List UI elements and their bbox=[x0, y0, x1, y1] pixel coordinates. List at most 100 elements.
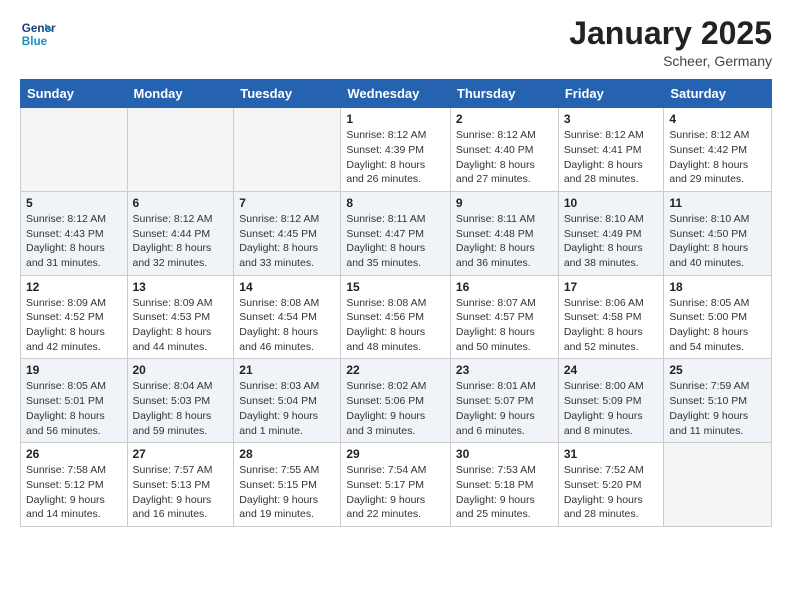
day-cell-4-4: 22 Sunrise: 8:02 AMSunset: 5:06 PMDayligh… bbox=[341, 359, 451, 443]
day-info: Sunrise: 8:08 AMSunset: 4:56 PMDaylight:… bbox=[346, 296, 445, 355]
day-info: Sunrise: 8:08 AMSunset: 4:54 PMDaylight:… bbox=[239, 296, 335, 355]
day-info: Sunrise: 8:01 AMSunset: 5:07 PMDaylight:… bbox=[456, 379, 553, 438]
day-number: 24 bbox=[564, 363, 659, 377]
day-cell-3-1: 12 Sunrise: 8:09 AMSunset: 4:52 PMDayligh… bbox=[21, 275, 128, 359]
day-number: 9 bbox=[456, 196, 553, 210]
day-number: 27 bbox=[133, 447, 229, 461]
weekday-header-row: Sunday Monday Tuesday Wednesday Thursday… bbox=[21, 80, 772, 108]
day-info: Sunrise: 8:11 AMSunset: 4:47 PMDaylight:… bbox=[346, 212, 445, 271]
day-number: 30 bbox=[456, 447, 553, 461]
day-info: Sunrise: 8:12 AMSunset: 4:40 PMDaylight:… bbox=[456, 128, 553, 187]
day-cell-1-1 bbox=[21, 108, 128, 192]
day-info: Sunrise: 8:12 AMSunset: 4:42 PMDaylight:… bbox=[669, 128, 766, 187]
day-info: Sunrise: 7:59 AMSunset: 5:10 PMDaylight:… bbox=[669, 379, 766, 438]
week-row-5: 26 Sunrise: 7:58 AMSunset: 5:12 PMDayligh… bbox=[21, 443, 772, 527]
day-number: 3 bbox=[564, 112, 659, 126]
day-cell-3-3: 14 Sunrise: 8:08 AMSunset: 4:54 PMDayligh… bbox=[234, 275, 341, 359]
day-cell-2-6: 10Sunrise: 8:10 AMSunset: 4:49 PMDayligh… bbox=[558, 191, 664, 275]
day-info: Sunrise: 8:04 AMSunset: 5:03 PMDaylight:… bbox=[133, 379, 229, 438]
day-cell-2-7: 11 Sunrise: 8:10 AMSunset: 4:50 PMDayligh… bbox=[664, 191, 772, 275]
day-cell-5-5: 30 Sunrise: 7:53 AMSunset: 5:18 PMDayligh… bbox=[450, 443, 558, 527]
day-info: Sunrise: 8:09 AMSunset: 4:53 PMDaylight:… bbox=[133, 296, 229, 355]
day-info: Sunrise: 8:12 AMSunset: 4:45 PMDaylight:… bbox=[239, 212, 335, 271]
day-cell-3-7: 18 Sunrise: 8:05 AMSunset: 5:00 PMDayligh… bbox=[664, 275, 772, 359]
calendar-title: January 2025 bbox=[569, 16, 772, 51]
day-number: 17 bbox=[564, 280, 659, 294]
day-cell-2-4: 8 Sunrise: 8:11 AMSunset: 4:47 PMDaylight… bbox=[341, 191, 451, 275]
logo-icon: General Blue bbox=[20, 16, 56, 52]
day-info: Sunrise: 7:53 AMSunset: 5:18 PMDaylight:… bbox=[456, 463, 553, 522]
day-cell-4-6: 24 Sunrise: 8:00 AMSunset: 5:09 PMDayligh… bbox=[558, 359, 664, 443]
day-number: 18 bbox=[669, 280, 766, 294]
day-cell-5-2: 27 Sunrise: 7:57 AMSunset: 5:13 PMDayligh… bbox=[127, 443, 234, 527]
day-number: 12 bbox=[26, 280, 122, 294]
header-friday: Friday bbox=[558, 80, 664, 108]
calendar-subtitle: Scheer, Germany bbox=[569, 53, 772, 69]
day-cell-4-5: 23 Sunrise: 8:01 AMSunset: 5:07 PMDayligh… bbox=[450, 359, 558, 443]
day-info: Sunrise: 7:55 AMSunset: 5:15 PMDaylight:… bbox=[239, 463, 335, 522]
day-info: Sunrise: 8:11 AMSunset: 4:48 PMDaylight:… bbox=[456, 212, 553, 271]
day-cell-5-3: 28 Sunrise: 7:55 AMSunset: 5:15 PMDayligh… bbox=[234, 443, 341, 527]
day-cell-1-5: 2 Sunrise: 8:12 AMSunset: 4:40 PMDaylight… bbox=[450, 108, 558, 192]
day-cell-5-6: 31Sunrise: 7:52 AMSunset: 5:20 PMDayligh… bbox=[558, 443, 664, 527]
header-wednesday: Wednesday bbox=[341, 80, 451, 108]
day-info: Sunrise: 8:10 AMSunset: 4:49 PMDaylight:… bbox=[564, 212, 659, 271]
day-cell-5-4: 29 Sunrise: 7:54 AMSunset: 5:17 PMDayligh… bbox=[341, 443, 451, 527]
day-info: Sunrise: 8:02 AMSunset: 5:06 PMDaylight:… bbox=[346, 379, 445, 438]
day-cell-2-5: 9 Sunrise: 8:11 AMSunset: 4:48 PMDaylight… bbox=[450, 191, 558, 275]
day-cell-5-7 bbox=[664, 443, 772, 527]
day-cell-1-3 bbox=[234, 108, 341, 192]
day-cell-1-4: 1 Sunrise: 8:12 AMSunset: 4:39 PMDaylight… bbox=[341, 108, 451, 192]
day-number: 31 bbox=[564, 447, 659, 461]
day-info: Sunrise: 8:12 AMSunset: 4:39 PMDaylight:… bbox=[346, 128, 445, 187]
day-number: 29 bbox=[346, 447, 445, 461]
day-info: Sunrise: 8:00 AMSunset: 5:09 PMDaylight:… bbox=[564, 379, 659, 438]
day-number: 2 bbox=[456, 112, 553, 126]
day-info: Sunrise: 7:54 AMSunset: 5:17 PMDaylight:… bbox=[346, 463, 445, 522]
day-number: 6 bbox=[133, 196, 229, 210]
day-number: 8 bbox=[346, 196, 445, 210]
day-cell-2-3: 7Sunrise: 8:12 AMSunset: 4:45 PMDaylight… bbox=[234, 191, 341, 275]
day-cell-4-7: 25 Sunrise: 7:59 AMSunset: 5:10 PMDayligh… bbox=[664, 359, 772, 443]
svg-text:General: General bbox=[22, 22, 56, 35]
day-number: 25 bbox=[669, 363, 766, 377]
day-number: 15 bbox=[346, 280, 445, 294]
day-info: Sunrise: 8:07 AMSunset: 4:57 PMDaylight:… bbox=[456, 296, 553, 355]
day-number: 14 bbox=[239, 280, 335, 294]
week-row-1: 1 Sunrise: 8:12 AMSunset: 4:39 PMDaylight… bbox=[21, 108, 772, 192]
day-info: Sunrise: 8:05 AMSunset: 5:01 PMDaylight:… bbox=[26, 379, 122, 438]
day-number: 21 bbox=[239, 363, 335, 377]
header-monday: Monday bbox=[127, 80, 234, 108]
svg-text:Blue: Blue bbox=[22, 35, 48, 48]
day-info: Sunrise: 8:10 AMSunset: 4:50 PMDaylight:… bbox=[669, 212, 766, 271]
day-number: 26 bbox=[26, 447, 122, 461]
day-info: Sunrise: 8:12 AMSunset: 4:44 PMDaylight:… bbox=[133, 212, 229, 271]
day-info: Sunrise: 8:12 AMSunset: 4:41 PMDaylight:… bbox=[564, 128, 659, 187]
day-cell-1-6: 3 Sunrise: 8:12 AMSunset: 4:41 PMDaylight… bbox=[558, 108, 664, 192]
day-cell-3-5: 16Sunrise: 8:07 AMSunset: 4:57 PMDayligh… bbox=[450, 275, 558, 359]
day-cell-4-1: 19Sunrise: 8:05 AMSunset: 5:01 PMDayligh… bbox=[21, 359, 128, 443]
day-info: Sunrise: 8:09 AMSunset: 4:52 PMDaylight:… bbox=[26, 296, 122, 355]
page: General Blue January 2025 Scheer, German… bbox=[0, 0, 792, 612]
logo: General Blue bbox=[20, 16, 56, 52]
day-number: 22 bbox=[346, 363, 445, 377]
day-number: 1 bbox=[346, 112, 445, 126]
day-number: 4 bbox=[669, 112, 766, 126]
day-cell-2-1: 5Sunrise: 8:12 AMSunset: 4:43 PMDaylight… bbox=[21, 191, 128, 275]
day-number: 23 bbox=[456, 363, 553, 377]
week-row-2: 5Sunrise: 8:12 AMSunset: 4:43 PMDaylight… bbox=[21, 191, 772, 275]
header-tuesday: Tuesday bbox=[234, 80, 341, 108]
day-info: Sunrise: 8:06 AMSunset: 4:58 PMDaylight:… bbox=[564, 296, 659, 355]
day-info: Sunrise: 8:12 AMSunset: 4:43 PMDaylight:… bbox=[26, 212, 122, 271]
day-info: Sunrise: 7:57 AMSunset: 5:13 PMDaylight:… bbox=[133, 463, 229, 522]
day-info: Sunrise: 8:03 AMSunset: 5:04 PMDaylight:… bbox=[239, 379, 335, 438]
day-cell-3-6: 17 Sunrise: 8:06 AMSunset: 4:58 PMDayligh… bbox=[558, 275, 664, 359]
week-row-4: 19Sunrise: 8:05 AMSunset: 5:01 PMDayligh… bbox=[21, 359, 772, 443]
header-saturday: Saturday bbox=[664, 80, 772, 108]
day-number: 28 bbox=[239, 447, 335, 461]
day-info: Sunrise: 7:58 AMSunset: 5:12 PMDaylight:… bbox=[26, 463, 122, 522]
day-number: 11 bbox=[669, 196, 766, 210]
calendar-table: Sunday Monday Tuesday Wednesday Thursday… bbox=[20, 79, 772, 527]
day-cell-4-2: 20Sunrise: 8:04 AMSunset: 5:03 PMDayligh… bbox=[127, 359, 234, 443]
day-info: Sunrise: 8:05 AMSunset: 5:00 PMDaylight:… bbox=[669, 296, 766, 355]
